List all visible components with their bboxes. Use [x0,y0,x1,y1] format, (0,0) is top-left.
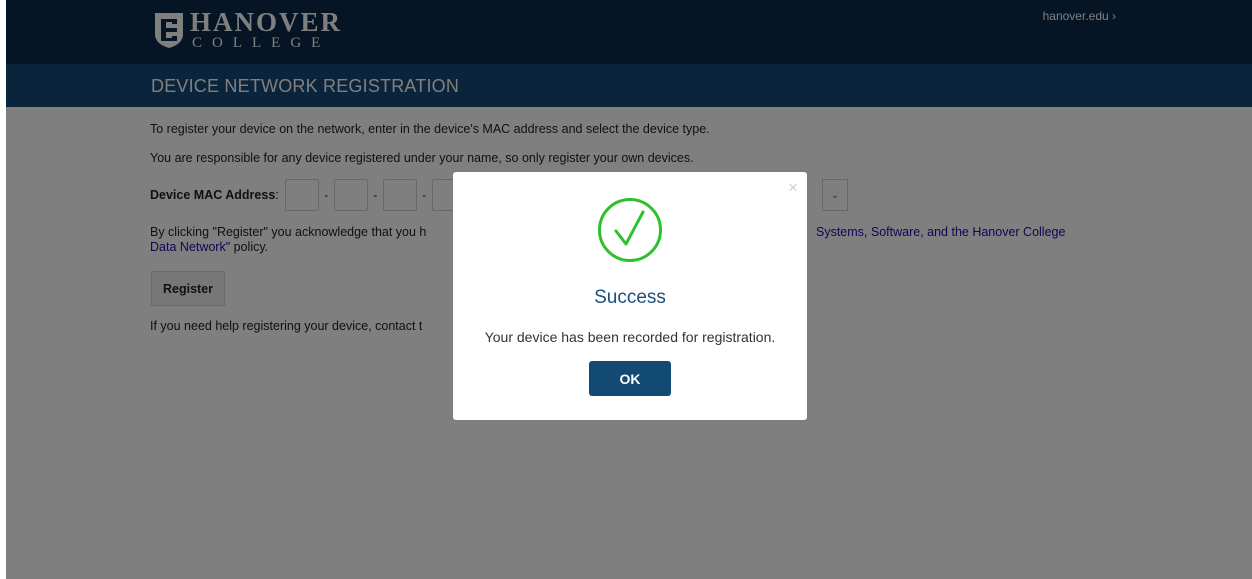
ok-button[interactable]: OK [589,361,671,396]
check-circle-icon [598,198,662,262]
modal-title: Success [594,287,666,308]
success-modal: × Success Your device has been recorded … [453,172,807,420]
close-icon[interactable]: × [788,178,798,198]
modal-message: Your device has been recorded for regist… [484,329,776,345]
